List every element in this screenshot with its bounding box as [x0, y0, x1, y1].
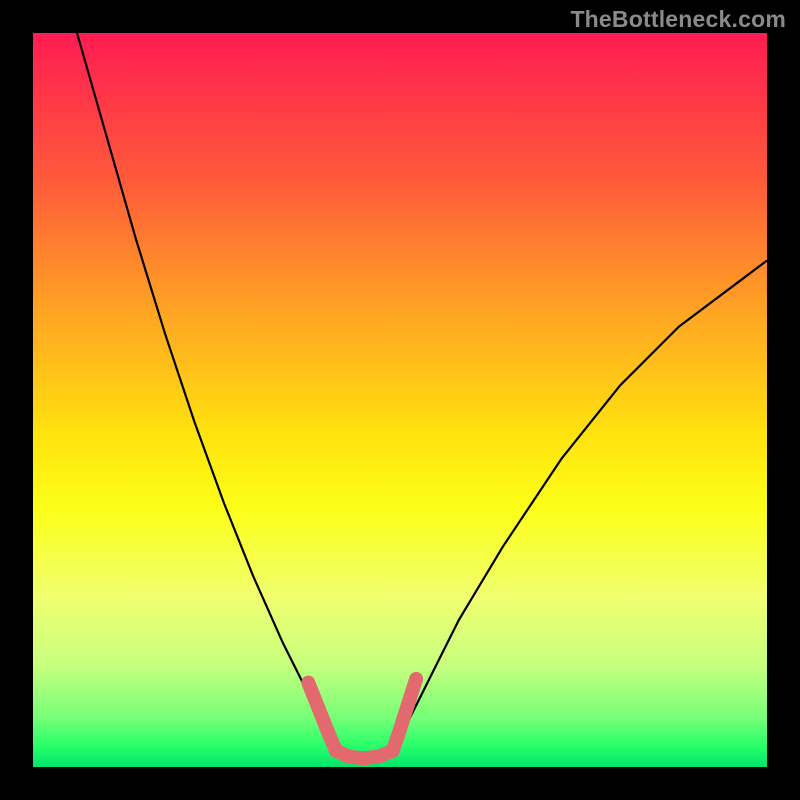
plot-area [33, 33, 767, 767]
series-left-curve [77, 33, 334, 752]
chart-stage: TheBottleneck.com [0, 0, 800, 800]
series-pink-overlay-right [393, 679, 416, 751]
series-pink-overlay-left [308, 683, 336, 751]
series-right-curve [393, 261, 767, 753]
chart-lines [77, 33, 767, 760]
watermark-text: TheBottleneck.com [570, 6, 786, 33]
chart-svg [33, 33, 767, 767]
series-pink-overlay-floor [336, 751, 393, 758]
